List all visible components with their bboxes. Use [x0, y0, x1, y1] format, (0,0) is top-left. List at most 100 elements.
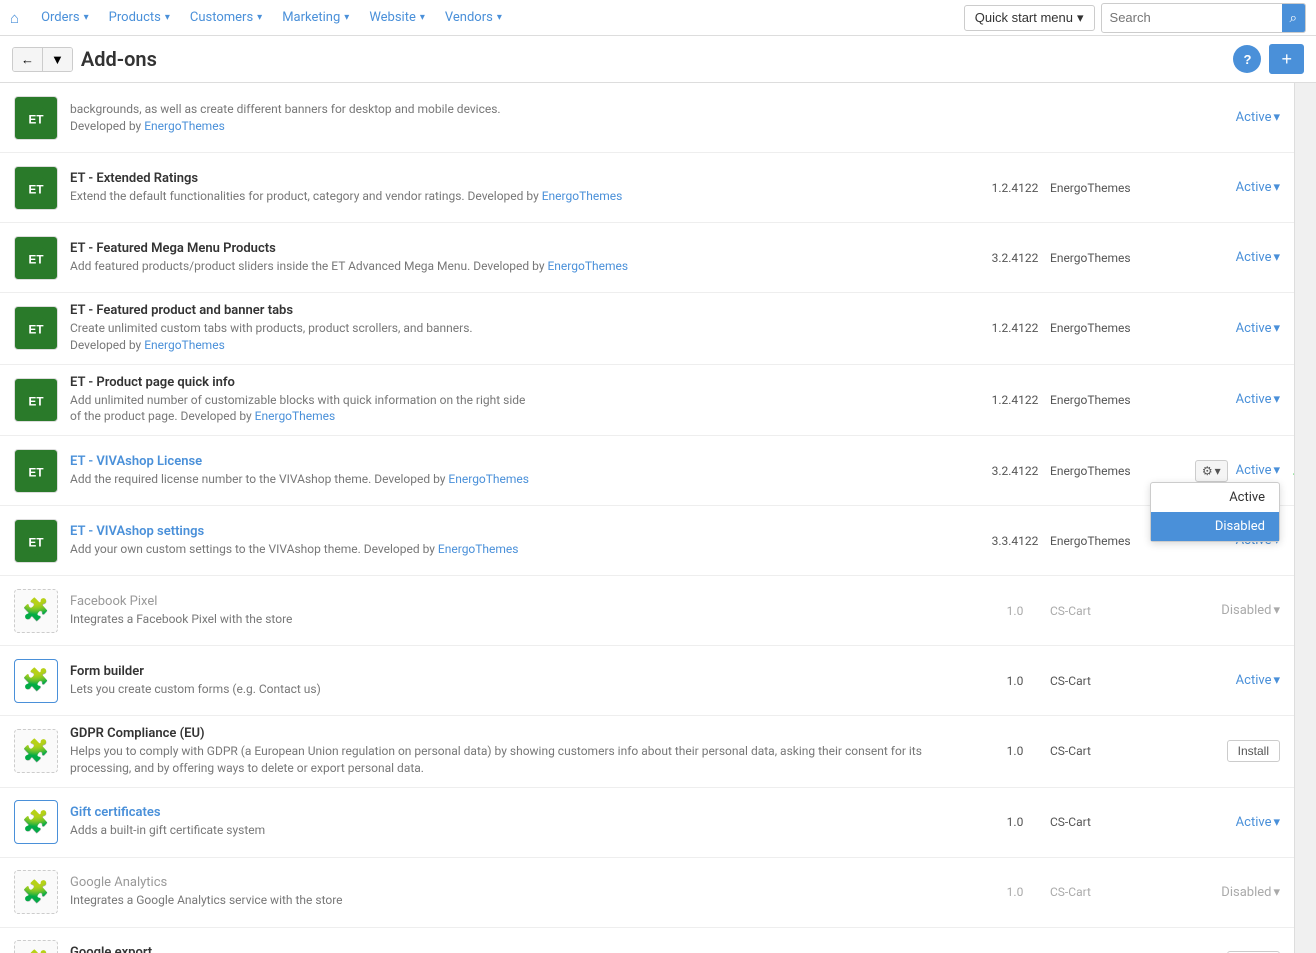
list-item: ET ET - Product page quick info Add unli…: [0, 365, 1294, 437]
addon-name: Google Analytics: [70, 875, 980, 890]
nav-item-website[interactable]: Website ▾: [359, 0, 435, 35]
status-active[interactable]: Active ▾: [1236, 392, 1280, 407]
et-logo: ET: [18, 453, 54, 489]
addon-vendor: EnergoThemes: [1050, 464, 1170, 478]
vendor-link[interactable]: EnergoThemes: [542, 189, 623, 203]
vendor-link[interactable]: EnergoThemes: [144, 119, 225, 133]
addon-version: 1.0: [980, 885, 1050, 899]
list-item: ET ET - VIVAshop settings Add your own c…: [0, 506, 1294, 576]
vendors-arrow: ▾: [497, 12, 502, 23]
install-button[interactable]: Install: [1227, 740, 1280, 762]
addon-version: 1.0: [980, 604, 1050, 618]
search-icon: ⌕: [1290, 10, 1297, 25]
status-active[interactable]: Active ▾: [1236, 321, 1280, 336]
addon-version: 1.0: [980, 815, 1050, 829]
addon-description: Integrates a Google Analytics service wi…: [70, 892, 980, 909]
search-box: ⌕: [1101, 3, 1306, 33]
addon-icon: 🧩: [14, 659, 58, 703]
addon-vendor: CS-Cart: [1050, 674, 1170, 688]
et-logo: ET: [18, 240, 54, 276]
nav-item-vendors[interactable]: Vendors ▾: [435, 0, 512, 35]
addon-status: Active ▾: [1170, 321, 1280, 336]
dropdown-item-disabled[interactable]: Disabled: [1151, 512, 1279, 541]
et-logo: ET: [18, 523, 54, 559]
caret-icon: ▾: [1273, 321, 1280, 336]
status-active[interactable]: Active ▾: [1236, 815, 1280, 830]
caret-icon: ▾: [1273, 180, 1280, 195]
vendor-link[interactable]: EnergoThemes: [144, 338, 225, 352]
caret-icon: ▾: [1273, 885, 1280, 900]
addon-icon: ET: [14, 236, 58, 280]
dropdown-item-active[interactable]: Active: [1151, 483, 1279, 512]
addon-name: GDPR Compliance (EU): [70, 726, 980, 741]
puzzle-icon: 🧩: [22, 598, 49, 623]
back-dropdown-button[interactable]: ▼: [43, 48, 72, 71]
addon-vendor: EnergoThemes: [1050, 251, 1170, 265]
addon-name: ET - Featured product and banner tabs: [70, 303, 980, 318]
vendor-link[interactable]: EnergoThemes: [255, 409, 336, 423]
status-dropdown-menu: Active Disabled: [1150, 482, 1280, 542]
addon-info: ET - Product page quick info Add unlimit…: [70, 375, 980, 426]
help-button[interactable]: ?: [1233, 45, 1261, 73]
puzzle-icon: 🧩: [22, 739, 49, 764]
addon-status: Install: [1170, 740, 1280, 762]
addon-info: Gift certificates Adds a built-in gift c…: [70, 805, 980, 839]
addon-info: ET - VIVAshop settings Add your own cust…: [70, 524, 980, 558]
status-active-button[interactable]: Active ▾: [1236, 463, 1280, 478]
list-item: ET ET - Featured product and banner tabs…: [0, 293, 1294, 365]
addon-info: backgrounds, as well as create different…: [70, 101, 980, 135]
add-button[interactable]: +: [1269, 44, 1304, 74]
list-item: ET backgrounds, as well as create differ…: [0, 83, 1294, 153]
status-active[interactable]: Active ▾: [1236, 250, 1280, 265]
gear-icon: ⚙: [1202, 464, 1213, 478]
addon-description: backgrounds, as well as create different…: [70, 101, 980, 135]
list-item: 🧩 GDPR Compliance (EU) Helps you to comp…: [0, 716, 1294, 788]
gear-caret: ▾: [1215, 464, 1221, 478]
nav-item-customers[interactable]: Customers ▾: [180, 0, 272, 35]
list-item: 🧩 Gift certificates Adds a built-in gift…: [0, 788, 1294, 858]
caret-icon: ▾: [1273, 673, 1280, 688]
status-active[interactable]: Active ▾: [1236, 110, 1280, 125]
addon-status: Active ▾: [1170, 392, 1280, 407]
addon-vendor: EnergoThemes: [1050, 393, 1170, 407]
gear-button[interactable]: ⚙ ▾: [1195, 460, 1228, 482]
addon-info: Form builder Lets you create custom form…: [70, 664, 980, 698]
search-input[interactable]: [1102, 6, 1282, 29]
svg-text:ET: ET: [29, 253, 45, 266]
addon-icon: ET: [14, 306, 58, 350]
addon-version: 3.2.4122: [980, 464, 1050, 478]
home-icon[interactable]: ⌂: [10, 9, 19, 27]
nav-item-orders[interactable]: Orders ▾: [31, 0, 99, 35]
addon-version: 1.2.4122: [980, 181, 1050, 195]
vendor-link[interactable]: EnergoThemes: [448, 472, 529, 486]
status-active[interactable]: Active ▾: [1236, 180, 1280, 195]
et-logo: ET: [18, 382, 54, 418]
addon-version: 1.2.4122: [980, 393, 1050, 407]
nav-item-products[interactable]: Products ▾: [99, 0, 180, 35]
vendor-link[interactable]: EnergoThemes: [438, 542, 519, 556]
search-button[interactable]: ⌕: [1282, 4, 1305, 32]
addon-version: 1.2.4122: [980, 321, 1050, 335]
status-active[interactable]: Active ▾: [1236, 673, 1280, 688]
quick-start-button[interactable]: Quick start menu ▾: [964, 5, 1095, 31]
addon-vendor: EnergoThemes: [1050, 181, 1170, 195]
status-disabled[interactable]: Disabled ▾: [1221, 885, 1280, 900]
addon-description: Add featured products/product sliders in…: [70, 258, 980, 275]
addon-name-link[interactable]: Gift certificates: [70, 805, 980, 820]
addon-description: Helps you to comply with GDPR (a Europea…: [70, 743, 980, 777]
vendor-link[interactable]: EnergoThemes: [547, 259, 628, 273]
et-logo: ET: [18, 170, 54, 206]
back-button-group: ← ▼: [12, 47, 73, 72]
addon-status: Active ▾: [1170, 815, 1280, 830]
addon-vendor: CS-Cart: [1050, 885, 1170, 899]
addon-description: Integrates a Facebook Pixel with the sto…: [70, 611, 980, 628]
addon-status: Active ▾: [1170, 110, 1280, 125]
puzzle-blue-icon: 🧩: [22, 668, 49, 693]
status-disabled[interactable]: Disabled ▾: [1221, 603, 1280, 618]
main-layout: ET backgrounds, as well as create differ…: [0, 83, 1316, 953]
annotation-arrow: ← 2: [1289, 458, 1294, 483]
nav-item-marketing[interactable]: Marketing ▾: [272, 0, 359, 35]
addon-name-link[interactable]: ET - VIVAshop License: [70, 454, 980, 469]
back-button[interactable]: ←: [13, 48, 43, 71]
addon-name-link[interactable]: ET - VIVAshop settings: [70, 524, 980, 539]
